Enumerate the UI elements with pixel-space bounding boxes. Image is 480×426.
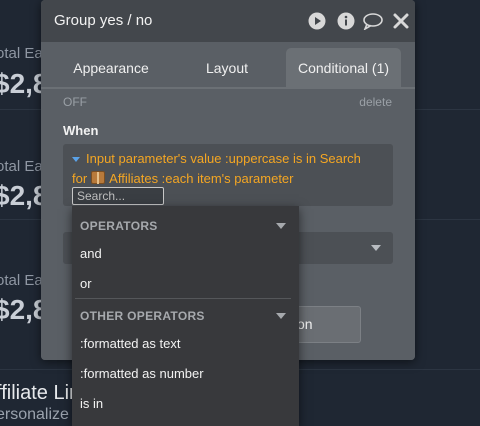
operator-is-in-label: is in [80,396,104,411]
delete-condition-link[interactable]: delete [359,95,392,109]
expression-line-2: Affiliates :each item's parameter [109,171,294,186]
total-earnings-label: otal Ea [0,272,43,289]
search-input[interactable] [72,187,164,205]
package-icon [91,171,106,184]
operator-or[interactable]: or [72,268,299,298]
expression-text: Input parameter's value :uppercase is in… [72,149,388,189]
section-other-operators-label: OTHER OPERATORS [80,309,205,323]
chevron-down-icon [276,313,286,319]
expression-for: for [72,171,88,186]
expression-line-1: Input parameter's value :uppercase is in… [86,151,361,166]
operators-dropdown: OPERATORS and or OTHER OPERATORS :format… [72,206,299,426]
operator-formatted-as-text[interactable]: :formatted as text [72,328,299,358]
info-icon[interactable] [337,12,355,30]
chevron-down-icon [276,223,286,229]
play-icon[interactable] [308,12,326,30]
total-earnings-label: otal Ea [0,45,43,62]
panel-tabs: Appearance Layout Conditional (1) [41,48,415,88]
close-icon[interactable] [392,12,410,30]
chevron-down-icon [371,245,381,251]
tab-conditional[interactable]: Conditional (1) [286,48,401,88]
panel-header: Group yes / no [41,0,415,42]
operator-and-label: and [80,246,102,261]
operator-formatted-as-number-label: :formatted as number [80,366,204,381]
section-other-operators[interactable]: OTHER OPERATORS [72,299,299,329]
operator-formatted-as-text-label: :formatted as text [80,336,181,351]
panel-title: Group yes / no [54,12,153,29]
affiliate-link-title: ffiliate Lin [0,382,81,404]
operator-and[interactable]: and [72,238,299,268]
operator-or-label: or [80,276,92,291]
section-operators-label: OPERATORS [80,219,158,233]
tab-appearance[interactable]: Appearance [54,48,168,88]
section-operators[interactable]: OPERATORS [72,209,299,239]
tab-layout[interactable]: Layout [179,48,275,88]
operator-formatted-as-number[interactable]: :formatted as number [72,358,299,388]
off-toggle-label[interactable]: OFF [63,95,87,109]
total-earnings-label: otal Ea [0,158,43,175]
chevron-down-icon [72,157,80,163]
affiliate-link-subtitle: ersonalize [0,406,69,423]
comment-icon[interactable] [362,12,384,30]
when-label: When [63,123,99,138]
operator-is-in[interactable]: is in [72,388,299,418]
